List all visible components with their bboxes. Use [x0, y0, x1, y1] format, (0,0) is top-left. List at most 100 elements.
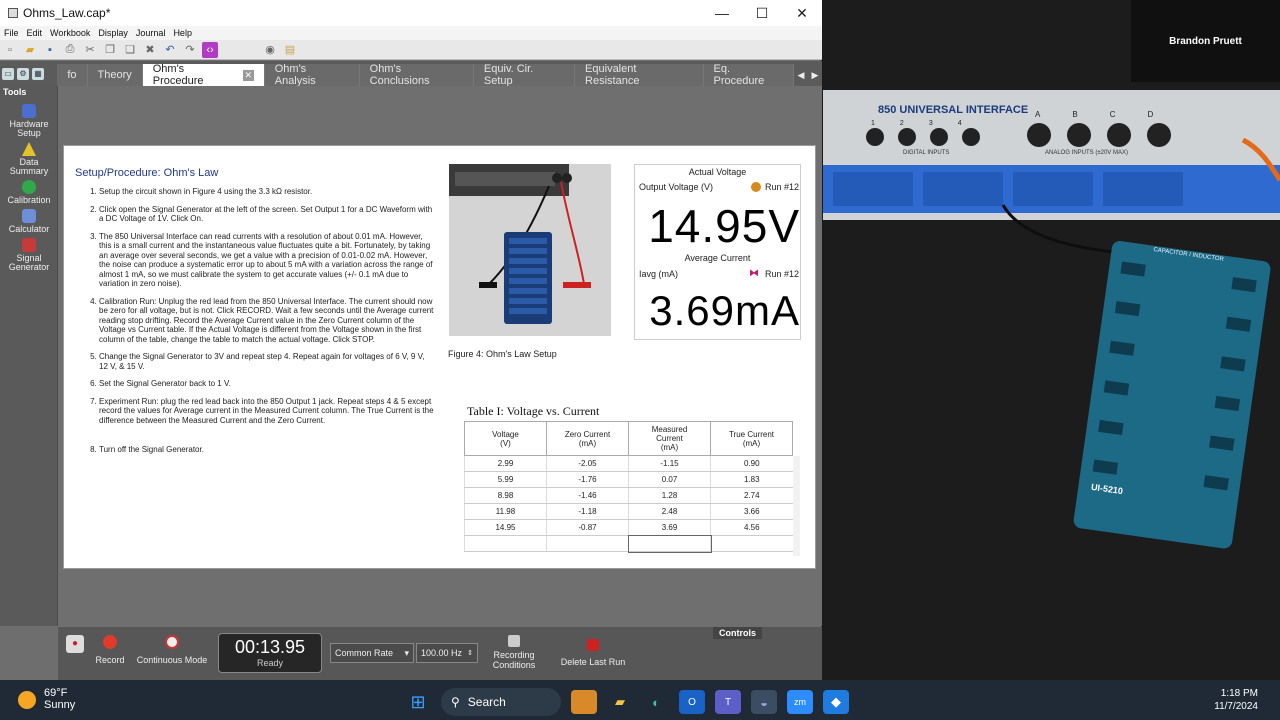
- menu-journal[interactable]: Journal: [132, 28, 170, 38]
- menu-help[interactable]: Help: [169, 28, 196, 38]
- open-folder-icon[interactable]: ▰: [22, 42, 38, 58]
- folder-icon[interactable]: ▰: [607, 690, 633, 714]
- tab-theory[interactable]: Theory: [87, 64, 143, 86]
- table-cell[interactable]: [546, 535, 629, 552]
- rate-mode-select[interactable]: Common Rate ▾: [330, 643, 414, 663]
- save-icon[interactable]: ▪: [42, 42, 58, 58]
- menu-file[interactable]: File: [0, 28, 23, 38]
- taskbar-search[interactable]: ⚲ Search: [441, 688, 561, 716]
- tool-data-summary[interactable]: Data Summary: [0, 142, 58, 176]
- tab-equivalent-resistance[interactable]: Equivalent Resistance: [575, 63, 704, 87]
- capstone-icon[interactable]: ◒: [751, 690, 777, 714]
- run-bowtie-icon: ⧓: [748, 268, 759, 279]
- camera-icon[interactable]: ◉: [262, 42, 278, 58]
- table-cell[interactable]: -0.87: [546, 519, 629, 536]
- table-cell[interactable]: -1.76: [546, 471, 629, 488]
- tab-label: Ohm's Conclusions: [369, 63, 430, 87]
- files-icon[interactable]: [571, 690, 597, 714]
- table-cell[interactable]: 4.56: [710, 519, 793, 536]
- table-cell[interactable]: 3.69: [628, 519, 711, 536]
- sample-rate-select[interactable]: 100.00 Hz ⇕: [416, 643, 478, 663]
- menu-workbook[interactable]: Workbook: [46, 28, 94, 38]
- recording-conditions-button[interactable]: Recording Conditions: [486, 635, 542, 670]
- clock-time: 1:18 PM: [1220, 688, 1258, 699]
- redo-icon[interactable]: ↷: [182, 42, 198, 58]
- voltage-meter-row: Output Voltage (V) Run #12: [639, 182, 799, 192]
- start-icon[interactable]: ⊞: [405, 690, 431, 714]
- tool-calibration[interactable]: Calibration: [0, 180, 58, 205]
- run-color-icon: [750, 182, 761, 192]
- capstone-window: Ohms_Law.cap* — ☐ ✕ File Edit Workbook D…: [0, 0, 822, 680]
- table-cell[interactable]: 3.66: [710, 503, 793, 520]
- table-cell[interactable]: [464, 535, 547, 552]
- tab-ohms-procedure[interactable]: Ohm's Procedure ✕: [142, 63, 265, 87]
- table-cell[interactable]: 2.48: [628, 503, 711, 520]
- digital-inputs-label: DIGITAL INPUTS: [903, 150, 950, 156]
- menu-display[interactable]: Display: [94, 28, 132, 38]
- menu-edit[interactable]: Edit: [23, 28, 47, 38]
- table-cell[interactable]: 11.98: [464, 503, 547, 520]
- tab-close-icon[interactable]: ✕: [242, 69, 254, 81]
- table-scrollbar[interactable]: [793, 456, 800, 556]
- table-cell[interactable]: 1.83: [710, 471, 793, 488]
- current-heading: Average Current: [684, 253, 751, 263]
- record-mode-icon[interactable]: ●: [66, 635, 84, 653]
- tab-eq-procedure[interactable]: Eq. Procedure: [703, 63, 794, 87]
- continuous-mode-button[interactable]: Continuous Mode: [132, 635, 212, 665]
- edge-icon[interactable]: ◐: [643, 690, 669, 714]
- settings-icon[interactable]: ⚙: [17, 67, 29, 80]
- table-cell[interactable]: 2.74: [710, 487, 793, 504]
- tab-equiv-cir-setup[interactable]: Equiv. Cir. Setup: [473, 63, 576, 87]
- tab-ohms-conclusions[interactable]: Ohm's Conclusions: [359, 63, 474, 87]
- new-file-icon[interactable]: ▫: [2, 42, 18, 58]
- tool-hardware-setup[interactable]: Hardware Setup: [0, 104, 58, 138]
- rate-mode-value: Common Rate: [335, 648, 394, 658]
- zoom-icon[interactable]: zm: [787, 690, 813, 714]
- copy-icon[interactable]: ❐: [102, 42, 118, 58]
- minimize-button[interactable]: —: [702, 0, 742, 26]
- table-cell[interactable]: 1.28: [628, 487, 711, 504]
- weather-widget[interactable]: 69°F Sunny: [18, 687, 75, 711]
- table-cell[interactable]: 8.98: [464, 487, 547, 504]
- system-clock[interactable]: 1:18 PM 11/7/2024: [1214, 687, 1258, 713]
- delete-icon[interactable]: ✖: [142, 42, 158, 58]
- table-cell[interactable]: -1.15: [628, 455, 711, 472]
- table-cell[interactable]: -1.18: [546, 503, 629, 520]
- maps-icon[interactable]: ◆: [823, 690, 849, 714]
- tool-signal-generator[interactable]: Signal Generator: [0, 238, 58, 272]
- tool-label: Data Summary: [9, 157, 49, 176]
- table-cell[interactable]: 5.99: [464, 471, 547, 488]
- undo-icon[interactable]: ↶: [162, 42, 178, 58]
- tab-ohms-analysis[interactable]: Ohm's Analysis: [264, 63, 360, 87]
- calculator-icon: [22, 209, 36, 223]
- paste-icon[interactable]: ❏: [122, 42, 138, 58]
- table-cell[interactable]: 2.99: [464, 455, 547, 472]
- print-icon[interactable]: ⎙: [62, 42, 78, 58]
- table-cell[interactable]: [710, 535, 793, 552]
- hardware-icon: [22, 104, 36, 118]
- outlook-icon[interactable]: O: [679, 690, 705, 714]
- table-cell[interactable]: 14.95: [464, 519, 547, 536]
- tab-prev-icon[interactable]: ◀: [794, 64, 808, 86]
- procedure-step: Setup the circuit shown in Figure 4 usin…: [99, 187, 434, 197]
- table-cell-selected[interactable]: [627, 534, 712, 553]
- delete-last-run-button[interactable]: Delete Last Run: [556, 639, 630, 667]
- teams-icon[interactable]: T: [715, 690, 741, 714]
- grid-icon[interactable]: ▦: [32, 67, 44, 80]
- tool-calculator[interactable]: Calculator: [0, 209, 58, 234]
- code-icon[interactable]: ‹›: [202, 41, 218, 58]
- page-icon[interactable]: ▭: [2, 67, 14, 80]
- tab-label: Eq. Procedure: [713, 63, 765, 87]
- table-cell[interactable]: 0.07: [628, 471, 711, 488]
- tab-info[interactable]: fo: [57, 64, 88, 86]
- close-button[interactable]: ✕: [782, 0, 822, 26]
- maximize-button[interactable]: ☐: [742, 0, 782, 26]
- record-button[interactable]: Record: [92, 635, 128, 665]
- cut-icon[interactable]: ✂: [82, 42, 98, 58]
- table-cell[interactable]: 0.90: [710, 455, 793, 472]
- tab-next-icon[interactable]: ▶: [808, 64, 822, 86]
- journal-icon[interactable]: ▤: [282, 42, 298, 58]
- table-row: [464, 534, 793, 553]
- table-cell[interactable]: -2.05: [546, 455, 629, 472]
- table-cell[interactable]: -1.46: [546, 487, 629, 504]
